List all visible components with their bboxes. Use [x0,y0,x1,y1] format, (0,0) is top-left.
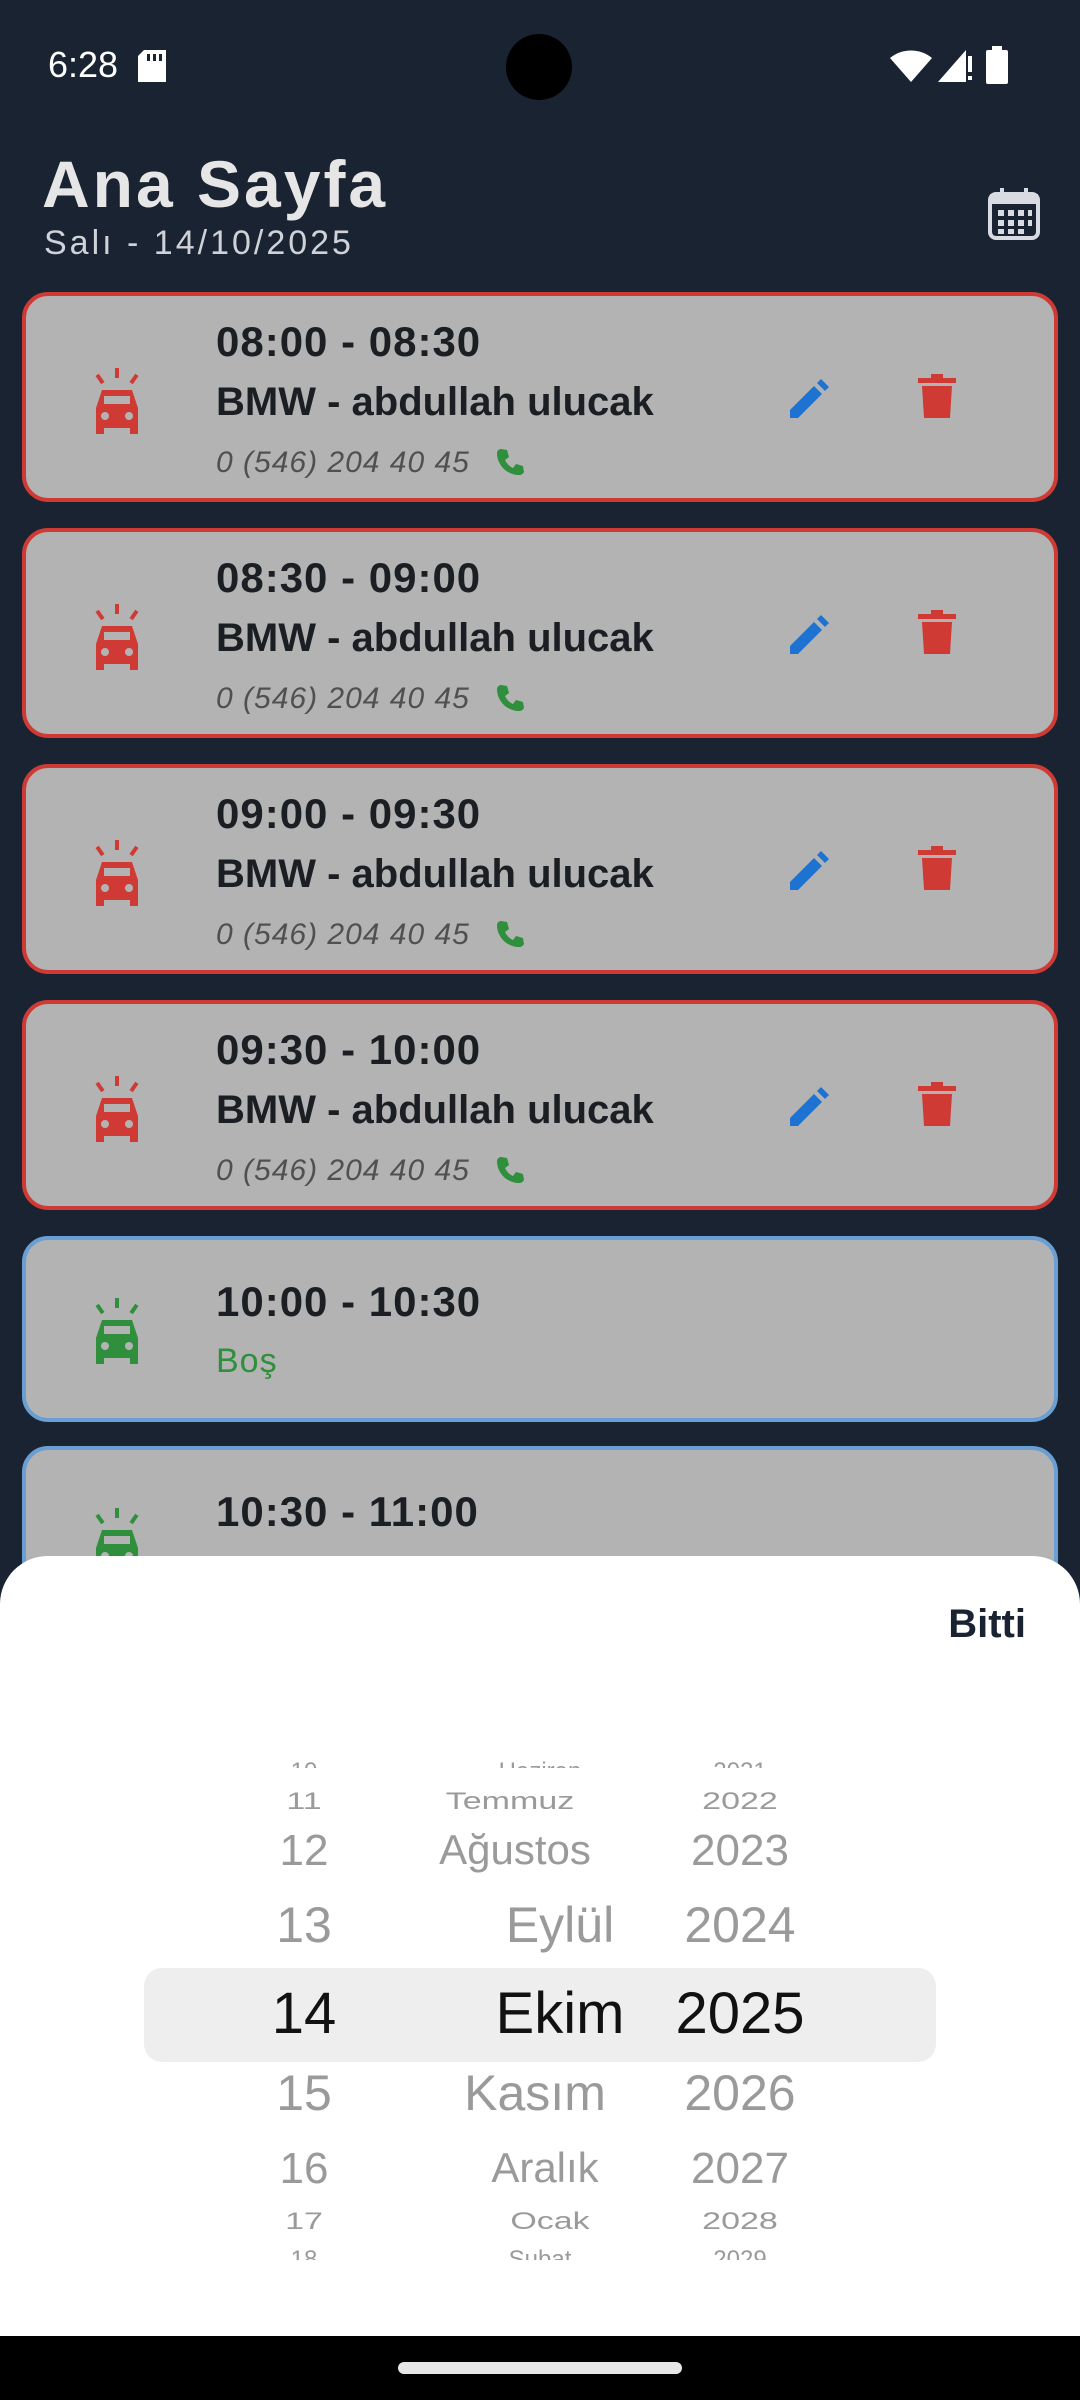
picker-day-item[interactable]: 18 [244,2246,364,2260]
page-title: Ana Sayfa [42,147,389,221]
car-alert-icon [95,1076,139,1142]
picker-month-item[interactable]: Eylül [480,1896,640,1954]
customer-name: BMW - abdullah ulucak [216,1088,654,1132]
sd-card-icon [138,50,166,82]
car-alert-icon [95,368,139,434]
customer-name: BMW - abdullah ulucak [216,380,654,424]
signal-icon [938,50,972,82]
picker-day-item[interactable]: 13 [244,1896,364,1954]
customer-name: BMW - abdullah ulucak [216,616,654,660]
phone-icon[interactable] [494,918,526,950]
customer-name: BMW - abdullah ulucak [216,852,654,896]
picker-day-item[interactable]: 11 [244,1788,364,1815]
picker-day-item[interactable]: 17 [244,2208,364,2235]
picker-year-item[interactable]: 2029 [660,2246,820,2260]
delete-icon[interactable] [918,374,956,418]
edit-icon[interactable] [786,612,832,658]
slot-status: Boş [216,1342,278,1380]
slot-time: 09:00 - 09:30 [216,790,482,837]
picker-year-item[interactable]: 2022 [660,1788,820,1815]
delete-icon[interactable] [918,610,956,654]
date-picker-sheet: Bitti 10 11 12 13 14 15 16 17 18 Haziran… [0,1556,1080,2336]
picker-month-item[interactable]: Temmuz [380,1788,640,1815]
slot-time: 10:00 - 10:30 [216,1278,482,1325]
page-date: Salı - 14/10/2025 [44,224,354,262]
edit-icon[interactable] [786,848,832,894]
calendar-icon[interactable] [986,186,1042,242]
customer-phone[interactable]: 0 (546) 204 40 45 [216,682,470,716]
picker-day-item[interactable]: 12 [244,1826,364,1876]
slot-time: 08:00 - 08:30 [216,318,482,365]
picker-year-item[interactable]: 2027 [660,2144,820,2194]
car-alert-icon [95,840,139,906]
customer-phone[interactable]: 0 (546) 204 40 45 [216,446,470,480]
picker-month-item[interactable]: Haziran [420,1752,660,1768]
free-slot-card[interactable]: 10:00 - 10:30 Boş [22,1236,1058,1422]
battery-icon [986,46,1008,84]
picker-month-item[interactable]: Ağustos [400,1826,630,1874]
status-time: 6:28 [48,44,119,85]
phone-icon[interactable] [494,446,526,478]
delete-icon[interactable] [918,846,956,890]
picker-year-item[interactable]: 2021 [660,1752,820,1768]
picker-day-item[interactable]: 10 [244,1752,364,1768]
edit-icon[interactable] [786,376,832,422]
picker-year-item[interactable]: 2026 [660,2064,820,2122]
delete-icon[interactable] [918,1082,956,1126]
appointment-card[interactable]: 09:30 - 10:00 BMW - abdullah ulucak 0 (5… [22,1000,1058,1210]
wifi-icon [890,50,932,82]
picker-day-selected[interactable]: 14 [244,1980,364,2047]
phone-icon[interactable] [494,682,526,714]
picker-day-item[interactable]: 15 [244,2064,364,2122]
customer-phone[interactable]: 0 (546) 204 40 45 [216,1154,470,1188]
slot-time: 08:30 - 09:00 [216,554,482,601]
home-gesture-handle[interactable] [398,2362,682,2374]
phone-icon[interactable] [494,1154,526,1186]
done-button[interactable]: Bitti [948,1602,1026,1647]
appointment-card[interactable]: 09:00 - 09:30 BMW - abdullah ulucak 0 (5… [22,764,1058,974]
picker-month-item[interactable]: Kasım [440,2064,630,2122]
picker-month-item[interactable]: Aralık [450,2144,640,2192]
picker-year-item[interactable]: 2028 [660,2208,820,2235]
car-alert-icon [95,604,139,670]
slot-time: 09:30 - 10:00 [216,1026,482,1073]
picker-month-item[interactable]: Ocak [470,2208,630,2235]
car-free-icon [95,1298,139,1364]
appointment-card[interactable]: 08:30 - 09:00 BMW - abdullah ulucak 0 (5… [22,528,1058,738]
picker-month-selected[interactable]: Ekim [480,1980,640,2047]
picker-year-item[interactable]: 2023 [660,1826,820,1876]
picker-year-item[interactable]: 2024 [660,1896,820,1954]
edit-icon[interactable] [786,1084,832,1130]
front-camera [506,34,572,100]
picker-day-item[interactable]: 16 [244,2144,364,2194]
appointment-card[interactable]: 08:00 - 08:30 BMW - abdullah ulucak 0 (5… [22,292,1058,502]
slot-time: 10:30 - 11:00 [216,1488,479,1535]
customer-phone[interactable]: 0 (546) 204 40 45 [216,918,470,952]
picker-year-selected[interactable]: 2025 [660,1980,820,2047]
picker-month-item[interactable]: Şubat [470,2246,610,2260]
